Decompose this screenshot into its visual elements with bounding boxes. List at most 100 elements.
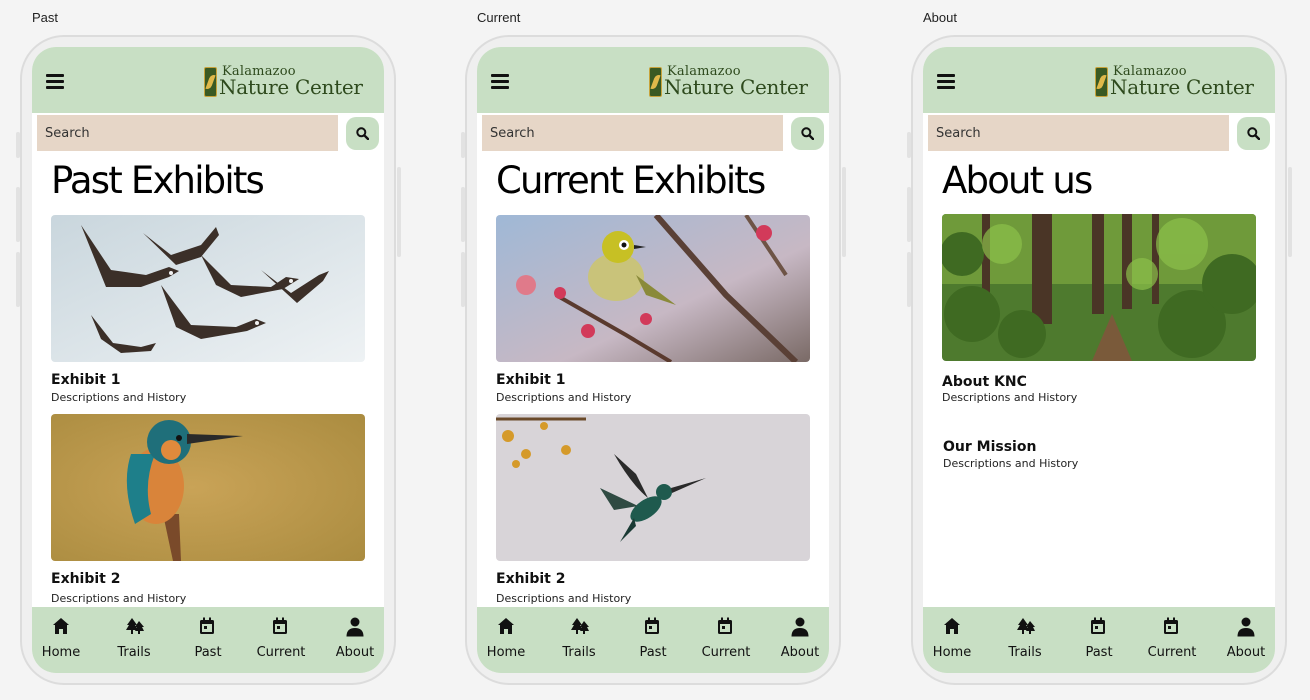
search-icon [1247,127,1260,140]
nav-about[interactable]: About [1211,607,1275,673]
user-icon [791,617,809,637]
hamburger-menu-icon[interactable] [491,74,509,89]
logo: Kalamazoo Nature Center [649,64,821,99]
nav-home[interactable]: Home [32,607,96,673]
nav-label: Trails [117,645,151,660]
nav-current[interactable]: Current [691,607,761,673]
nav-label: Current [1147,645,1197,660]
nav-label: About [335,645,375,660]
bottom-nav: Home Trails Past Current About [923,607,1275,673]
kingfisher-photo[interactable] [51,414,365,561]
nav-trails[interactable]: Trails [990,607,1060,673]
search-icon [356,127,369,140]
leaf-logo-icon [649,67,662,97]
nav-label: Trails [1008,645,1042,660]
our-mission-description: Descriptions and History [943,457,1079,470]
calendar-check-icon [273,617,287,634]
trees-icon [126,618,144,634]
search-button[interactable] [791,117,824,150]
hamburger-menu-icon[interactable] [46,74,64,89]
exhibit-description: Descriptions and History [496,592,632,605]
logo-bottom-text: Nature Center [219,75,363,99]
nav-about[interactable]: About [320,607,384,673]
app-header: Kalamazoo Nature Center [923,47,1275,113]
exhibit-title[interactable]: Exhibit 2 [51,571,121,587]
nav-label: Current [701,645,751,660]
exhibit-description: Descriptions and History [51,592,187,605]
bottom-nav: Home Trails Past Current About [477,607,829,673]
nav-label: Past [1085,645,1113,660]
nav-label: Home [486,645,526,660]
nav-label: Trails [562,645,596,660]
phone-frame-past: Kalamazoo Nature Center Past Exhibits [16,35,401,685]
app-header: Kalamazoo Nature Center [32,47,384,113]
exhibit-title[interactable]: Exhibit 1 [51,372,121,388]
exhibit-title[interactable]: Exhibit 2 [496,571,566,587]
exhibit-description: Descriptions and History [51,391,187,404]
page-title: Current Exhibits [496,159,766,202]
logo: Kalamazoo Nature Center [1095,64,1267,99]
logo-bottom-text: Nature Center [1110,75,1254,99]
calendar-icon [1091,617,1105,634]
search-input[interactable] [37,115,338,151]
nav-label: Home [932,645,972,660]
search-input[interactable] [928,115,1229,151]
hamburger-menu-icon[interactable] [937,74,955,89]
screen-about: Kalamazoo Nature Center About us About K… [923,47,1275,673]
home-icon [53,618,69,634]
nav-past[interactable]: Past [618,607,688,673]
frame-label-past: Past [32,10,59,25]
leaf-logo-icon [204,67,217,97]
nav-about[interactable]: About [765,607,829,673]
calendar-check-icon [718,617,732,634]
logo-bottom-text: Nature Center [664,75,808,99]
trees-icon [571,618,589,634]
screen-current: Kalamazoo Nature Center Current Exhibits [477,47,829,673]
search-icon [801,127,814,140]
home-icon [944,618,960,634]
user-icon [1237,617,1255,637]
screen-past: Kalamazoo Nature Center Past Exhibits [32,47,384,673]
nav-label: Current [256,645,306,660]
nav-trails[interactable]: Trails [99,607,169,673]
calendar-check-icon [1164,617,1178,634]
logo: Kalamazoo Nature Center [204,64,376,99]
search-button[interactable] [1237,117,1270,150]
page-title: About us [942,159,1093,202]
nav-home[interactable]: Home [923,607,987,673]
white-eye-bird-photo[interactable] [496,215,810,362]
frame-label-about: About [923,10,957,25]
phone-frame-about: Kalamazoo Nature Center About us About K… [907,35,1292,685]
frame-label-current: Current [477,10,521,25]
nav-past[interactable]: Past [173,607,243,673]
page-title: Past Exhibits [51,159,265,202]
nav-label: Past [194,645,222,660]
flying-geese-photo[interactable] [51,215,365,362]
nav-label: Past [639,645,667,660]
leaf-logo-icon [1095,67,1108,97]
about-knc-title[interactable]: About KNC [942,374,1027,390]
nav-label: About [1226,645,1266,660]
hummingbird-photo[interactable] [496,414,810,561]
calendar-icon [200,617,214,634]
nav-home[interactable]: Home [477,607,541,673]
phone-frame-current: Kalamazoo Nature Center Current Exhibits [461,35,846,685]
about-knc-description: Descriptions and History [942,391,1078,404]
exhibit-description: Descriptions and History [496,391,632,404]
exhibit-title[interactable]: Exhibit 1 [496,372,566,388]
app-header: Kalamazoo Nature Center [477,47,829,113]
our-mission-title[interactable]: Our Mission [943,439,1036,455]
nav-past[interactable]: Past [1064,607,1134,673]
bottom-nav: Home Trails Past Current About [32,607,384,673]
nav-label: Home [41,645,81,660]
nav-current[interactable]: Current [1137,607,1207,673]
forest-trail-photo [942,214,1256,361]
nav-label: About [780,645,820,660]
calendar-icon [645,617,659,634]
nav-trails[interactable]: Trails [544,607,614,673]
home-icon [498,618,514,634]
nav-current[interactable]: Current [246,607,316,673]
search-input[interactable] [482,115,783,151]
search-button[interactable] [346,117,379,150]
trees-icon [1017,618,1035,634]
